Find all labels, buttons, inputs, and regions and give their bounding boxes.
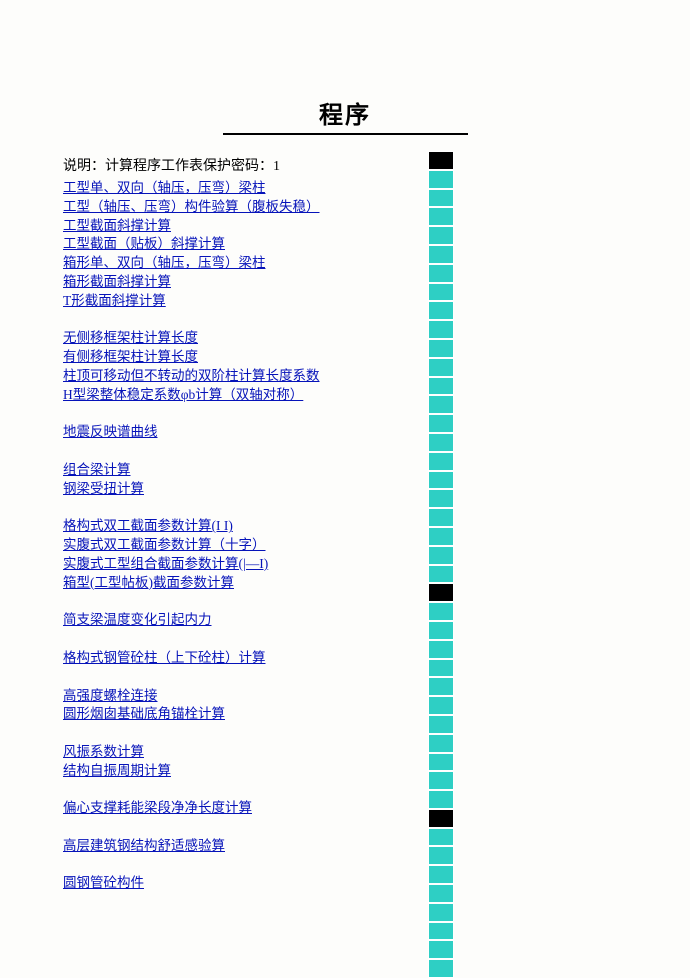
color-sidebar [428,151,454,978]
sidebar-cell-teal [428,226,454,245]
sidebar-cell-teal [428,771,454,790]
program-link[interactable]: H型梁整体稳定系数φb计算（双轴对称） [63,386,627,405]
program-link[interactable]: 偏心支撑耗能梁段净净长度计算 [63,799,627,818]
sidebar-cell-teal [428,320,454,339]
sidebar-cell-teal [428,602,454,621]
sidebar-cell-teal [428,339,454,358]
program-link[interactable]: 地震反映谱曲线 [63,423,627,442]
group-gap [63,856,627,875]
program-link[interactable]: 有侧移框架柱计算长度 [63,348,627,367]
group-gap [63,405,627,424]
sidebar-cell-teal [428,734,454,753]
group-gap [63,818,627,837]
program-link[interactable]: 实腹式双工截面参数计算（十字） [63,536,627,555]
sidebar-cell-teal [428,790,454,809]
group-gap [63,311,627,330]
program-link[interactable]: 工型截面斜撑计算 [63,217,627,236]
group-gap [63,668,627,687]
sidebar-cell-teal [428,715,454,734]
program-link[interactable]: 组合梁计算 [63,461,627,480]
sidebar-cell-teal [428,696,454,715]
group-gap [63,781,627,800]
sidebar-cell-black [428,809,454,828]
sidebar-cell-teal [428,828,454,847]
sidebar-cell-teal [428,508,454,527]
group-gap [63,499,627,518]
sidebar-cell-teal [428,433,454,452]
sidebar-cell-teal [428,207,454,226]
sidebar-cell-teal [428,377,454,396]
sidebar-cell-teal [428,959,454,978]
sidebar-cell-teal [428,565,454,584]
sidebar-cell-teal [428,527,454,546]
group-gap [63,442,627,461]
program-link[interactable]: 格构式双工截面参数计算(I I) [63,517,627,536]
program-link[interactable]: 圆形烟囱基础底角锚栓计算 [63,705,627,724]
sidebar-cell-teal [428,640,454,659]
group-gap [63,593,627,612]
sidebar-cell-teal [428,471,454,490]
sidebar-cell-teal [428,452,454,471]
program-link[interactable]: 箱形截面斜撑计算 [63,273,627,292]
sidebar-cell-teal [428,922,454,941]
program-link[interactable]: 钢梁受扭计算 [63,480,627,499]
program-link[interactable]: 工型单、双向（轴压，压弯）梁柱 [63,179,627,198]
description-text: 说明：计算程序工作表保护密码：1 [63,155,627,175]
sidebar-cell-teal [428,753,454,772]
program-link[interactable]: 结构自振周期计算 [63,762,627,781]
program-link[interactable]: 格构式钢管砼柱（上下砼柱）计算 [63,649,627,668]
sidebar-cell-teal [428,283,454,302]
sidebar-cell-teal [428,245,454,264]
group-gap [63,724,627,743]
program-link[interactable]: 无侧移框架柱计算长度 [63,329,627,348]
page-title: 程序 [223,95,468,135]
program-link[interactable]: 圆钢管砼构件 [63,874,627,893]
sidebar-cell-teal [428,865,454,884]
program-link[interactable]: T形截面斜撑计算 [63,292,627,311]
sidebar-cell-black [428,151,454,170]
sidebar-cell-teal [428,940,454,959]
group-gap [63,630,627,649]
sidebar-cell-teal [428,884,454,903]
sidebar-cell-teal [428,395,454,414]
program-link[interactable]: 箱型(工型帖板)截面参数计算 [63,574,627,593]
sidebar-cell-teal [428,677,454,696]
sidebar-cell-teal [428,358,454,377]
sidebar-cell-teal [428,414,454,433]
sidebar-cell-teal [428,189,454,208]
program-link[interactable]: 风振系数计算 [63,743,627,762]
link-list: 工型单、双向（轴压，压弯）梁柱工型（轴压、压弯）构件验算（腹板失稳）工型截面斜撑… [63,179,627,893]
program-link[interactable]: 简支梁温度变化引起内力 [63,611,627,630]
sidebar-cell-teal [428,903,454,922]
program-link[interactable]: 工型截面（贴板）斜撑计算 [63,235,627,254]
sidebar-cell-teal [428,301,454,320]
page-content: 程序 说明：计算程序工作表保护密码：1 工型单、双向（轴压，压弯）梁柱工型（轴压… [0,0,690,893]
program-link[interactable]: 箱形单、双向（轴压，压弯）梁柱 [63,254,627,273]
sidebar-cell-black [428,583,454,602]
program-link[interactable]: 高层建筑钢结构舒适感验算 [63,837,627,856]
program-link[interactable]: 高强度螺栓连接 [63,687,627,706]
sidebar-cell-teal [428,621,454,640]
sidebar-cell-teal [428,659,454,678]
sidebar-cell-teal [428,846,454,865]
sidebar-cell-teal [428,264,454,283]
sidebar-cell-teal [428,546,454,565]
program-link[interactable]: 柱顶可移动但不转动的双阶柱计算长度系数 [63,367,627,386]
sidebar-cell-teal [428,170,454,189]
sidebar-cell-teal [428,489,454,508]
program-link[interactable]: 实腹式工型组合截面参数计算(|—I) [63,555,627,574]
program-link[interactable]: 工型（轴压、压弯）构件验算（腹板失稳） [63,198,627,217]
